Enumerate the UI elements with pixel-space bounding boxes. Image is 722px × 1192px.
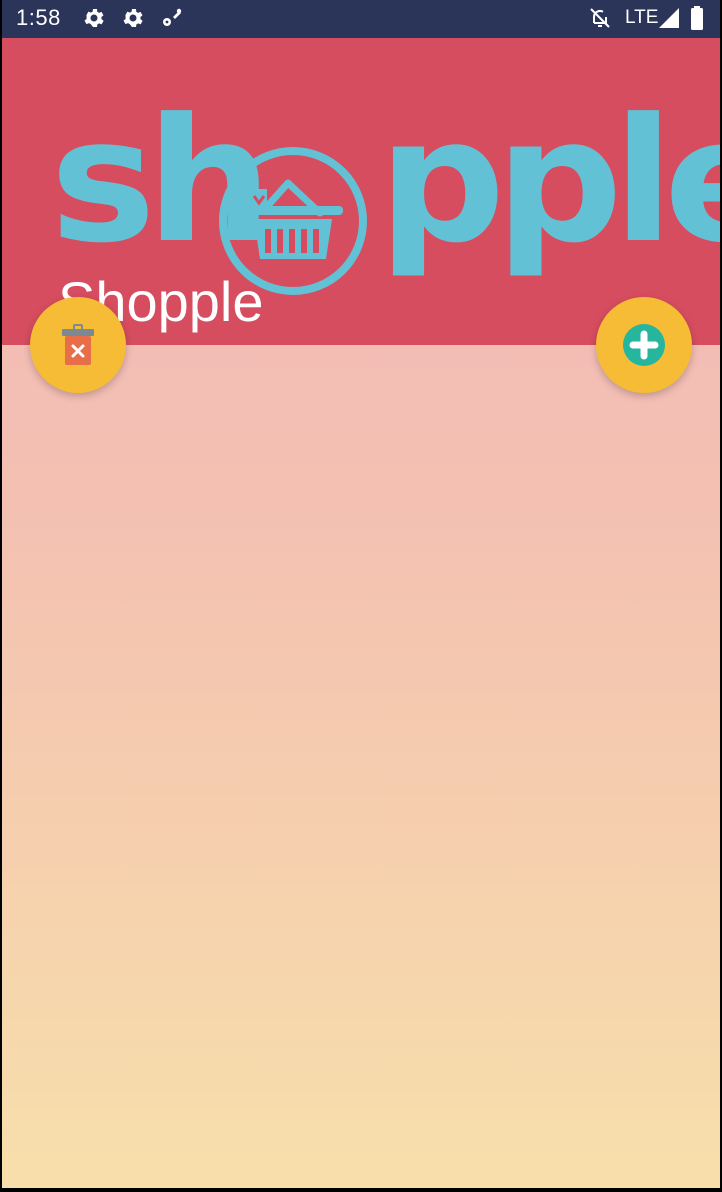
settings-icon — [123, 9, 143, 27]
location-icon — [163, 8, 182, 26]
settings-icon — [84, 9, 104, 27]
battery-icon — [691, 6, 703, 30]
logo-text-right: pple — [378, 81, 720, 281]
signal-icon — [659, 8, 679, 28]
notifications-off-icon — [590, 8, 610, 28]
add-circle-icon — [623, 324, 665, 366]
delete-list-button[interactable] — [30, 297, 126, 393]
trash-icon — [62, 324, 94, 365]
app-header: sh pple Shopple — [2, 38, 720, 345]
network-type-label: LTE — [625, 7, 659, 28]
status-bar: 1:58 LTE — [2, 0, 720, 38]
status-time: 1:58 — [16, 5, 61, 30]
add-item-button[interactable] — [596, 297, 692, 393]
app-screen: 1:58 LTE sh ppl Shopple — [2, 0, 720, 1188]
